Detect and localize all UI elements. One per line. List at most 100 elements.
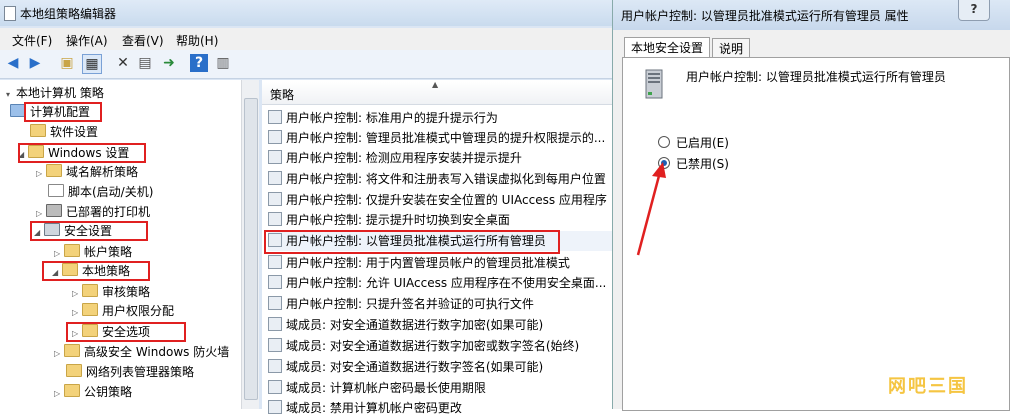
- tree-root-label: 本地计算机 策略: [16, 86, 104, 100]
- tree-item-audit-policy[interactable]: ▷ 审核策略: [72, 283, 150, 301]
- folder-icon: [64, 344, 80, 357]
- folder-icon: [64, 244, 80, 257]
- policy-icon: [268, 255, 282, 269]
- list-item-label: 用户帐户控制: 允许 UIAccess 应用程序在不使用安全桌面...: [286, 276, 607, 290]
- policy-icon: [268, 212, 282, 226]
- list-column-header[interactable]: 策略 ▲: [262, 80, 612, 105]
- tab-explain[interactable]: 说明: [712, 38, 751, 59]
- folder-icon: [46, 164, 62, 177]
- tree-item-label: 软件设置: [50, 125, 99, 139]
- up-folder-icon[interactable]: ▣: [58, 54, 76, 72]
- tree-item-label: 网络列表管理器策略: [86, 365, 195, 379]
- policy-name: 用户帐户控制: 以管理员批准模式运行所有管理员: [686, 70, 946, 84]
- folder-icon: [82, 303, 98, 316]
- toolbar: ◀ ▶ ▣ ▦ ✕ ▤ ➜ ? ▥: [0, 50, 612, 79]
- tree-item-user-rights[interactable]: ▷ 用户权限分配: [72, 302, 174, 320]
- scrollbar-thumb[interactable]: [244, 98, 258, 400]
- folder-icon: [64, 384, 80, 397]
- tree-item-public-key[interactable]: ▷ 公钥策略: [54, 383, 132, 401]
- script-icon: [48, 184, 64, 197]
- list-item-label: 用户帐户控制: 标准用户的提升提示行为: [286, 111, 498, 125]
- highlight-windows-settings: [18, 143, 146, 163]
- dialog-help-button[interactable]: ?: [958, 0, 990, 21]
- policy-icon: [268, 275, 282, 289]
- delete-icon[interactable]: ✕: [114, 54, 132, 72]
- list-item[interactable]: 用户帐户控制: 提示提升时切换到安全桌面: [268, 210, 612, 230]
- tree-item-label: 已部署的打印机: [66, 205, 151, 219]
- view-icon[interactable]: ▥: [214, 54, 232, 72]
- tree-item-dns-policy[interactable]: ▷ 域名解析策略: [36, 163, 138, 181]
- column-policy-label: 策略: [270, 88, 295, 102]
- tree-scrollbar[interactable]: [241, 80, 259, 409]
- tree-root[interactable]: ▾ 本地计算机 策略: [6, 84, 104, 102]
- list-item-label: 域成员: 禁用计算机帐户密码更改: [286, 401, 462, 415]
- list-item[interactable]: 用户帐户控制: 仅提升安装在安全位置的 UIAccess 应用程序: [268, 190, 612, 210]
- list-item[interactable]: 域成员: 对安全通道数据进行数字签名(如果可能): [268, 357, 612, 377]
- policy-icon: [268, 150, 282, 164]
- list-item[interactable]: 用户帐户控制: 检测应用程序安装并提示提升: [268, 148, 612, 168]
- highlight-selected-policy: [264, 230, 560, 254]
- tree-item-scripts[interactable]: 脚本(启动/关机): [48, 183, 153, 201]
- menu-help[interactable]: 帮助(H): [176, 32, 218, 49]
- sort-arrow-icon: ▲: [432, 80, 439, 89]
- list-item[interactable]: 域成员: 计算机帐户密码最长使用期限: [268, 378, 612, 398]
- list-item[interactable]: 用户帐户控制: 管理员批准模式中管理员的提升权限提示的...: [268, 128, 612, 148]
- app-icon: [4, 6, 16, 21]
- list-item[interactable]: 用户帐户控制: 标准用户的提升提示行为: [268, 108, 612, 128]
- list-item-label: 用户帐户控制: 提示提升时切换到安全桌面: [286, 213, 510, 227]
- show-tree-icon[interactable]: ▦: [82, 54, 102, 74]
- policy-icon: [268, 359, 282, 373]
- list-item[interactable]: 用户帐户控制: 用于内置管理员帐户的管理员批准模式: [268, 253, 612, 273]
- list-item-label: 域成员: 对安全通道数据进行数字加密(如果可能): [286, 318, 544, 332]
- dialog-title: 用户帐户控制: 以管理员批准模式运行所有管理员 属性: [621, 9, 909, 23]
- list-item-label: 用户帐户控制: 检测应用程序安装并提示提升: [286, 151, 522, 165]
- list-item-label: 用户帐户控制: 用于内置管理员帐户的管理员批准模式: [286, 256, 570, 270]
- tree-item-software-settings[interactable]: 软件设置: [30, 123, 98, 141]
- policy-icon: [268, 171, 282, 185]
- list-item[interactable]: 用户帐户控制: 允许 UIAccess 应用程序在不使用安全桌面...: [268, 273, 612, 293]
- policy-icon: [268, 296, 282, 310]
- export-icon[interactable]: ➜: [160, 54, 178, 72]
- tree-item-account-policy[interactable]: ▷ 帐户策略: [54, 243, 132, 261]
- tree-item-label: 域名解析策略: [66, 165, 139, 179]
- tree-item-label: 高级安全 Windows 防火墙: [84, 345, 230, 359]
- dialog-title-bar: 用户帐户控制: 以管理员批准模式运行所有管理员 属性: [613, 0, 1010, 30]
- list-item[interactable]: 域成员: 对安全通道数据进行数字加密(如果可能): [268, 315, 612, 335]
- folder-icon: [82, 284, 98, 297]
- highlight-security-settings: [30, 221, 148, 241]
- menu-view[interactable]: 查看(V): [122, 32, 164, 49]
- properties-icon[interactable]: ▤: [136, 54, 154, 72]
- main-window-title: 本地组策略编辑器: [20, 7, 117, 21]
- tree-item-network-list[interactable]: 网络列表管理器策略: [66, 363, 194, 381]
- list-item-label: 用户帐户控制: 将文件和注册表写入错误虚拟化到每用户位置: [286, 172, 606, 186]
- forward-icon[interactable]: ▶: [26, 54, 44, 72]
- highlight-computer-config: [24, 102, 102, 122]
- menu-action[interactable]: 操作(A): [66, 32, 108, 49]
- tree-item-label: 用户权限分配: [102, 304, 175, 318]
- tree-item-label: 审核策略: [102, 285, 151, 299]
- list-item-label: 用户帐户控制: 管理员批准模式中管理员的提升权限提示的...: [286, 131, 606, 145]
- list-item[interactable]: 域成员: 对安全通道数据进行数字加密或数字签名(始终): [268, 336, 612, 356]
- list-item-label: 用户帐户控制: 只提升签名并验证的可执行文件: [286, 297, 534, 311]
- help-icon[interactable]: ?: [190, 54, 208, 72]
- radio-enabled-indicator[interactable]: [658, 136, 670, 148]
- tab-local-security-setting[interactable]: 本地安全设置: [624, 37, 711, 59]
- tree-item-firewall[interactable]: ▷ 高级安全 Windows 防火墙: [54, 343, 229, 361]
- highlight-security-options: [66, 322, 186, 342]
- policy-icon: [268, 130, 282, 144]
- list-item[interactable]: 用户帐户控制: 只提升签名并验证的可执行文件: [268, 294, 612, 314]
- tree-item-label: 帐户策略: [84, 245, 133, 259]
- tab-panel: [622, 57, 1010, 411]
- radio-enabled[interactable]: 已启用(E): [658, 134, 729, 151]
- watermark-text: 网吧三国: [888, 376, 968, 397]
- menu-file[interactable]: 文件(F): [12, 32, 52, 49]
- back-icon[interactable]: ◀: [4, 54, 22, 72]
- tree-item-printers[interactable]: ▷ 已部署的打印机: [36, 203, 150, 221]
- radio-disabled-label: 已禁用(S): [676, 157, 729, 171]
- menu-bar: 文件(F) 操作(A) 查看(V) 帮助(H): [0, 28, 612, 50]
- list-item[interactable]: 域成员: 禁用计算机帐户密码更改: [268, 398, 612, 418]
- list-item-label: 域成员: 对安全通道数据进行数字加密或数字签名(始终): [286, 339, 580, 353]
- list-item[interactable]: 用户帐户控制: 将文件和注册表写入错误虚拟化到每用户位置: [268, 169, 612, 189]
- policy-icon: [268, 110, 282, 124]
- list-item-label: 用户帐户控制: 仅提升安装在安全位置的 UIAccess 应用程序: [286, 193, 607, 207]
